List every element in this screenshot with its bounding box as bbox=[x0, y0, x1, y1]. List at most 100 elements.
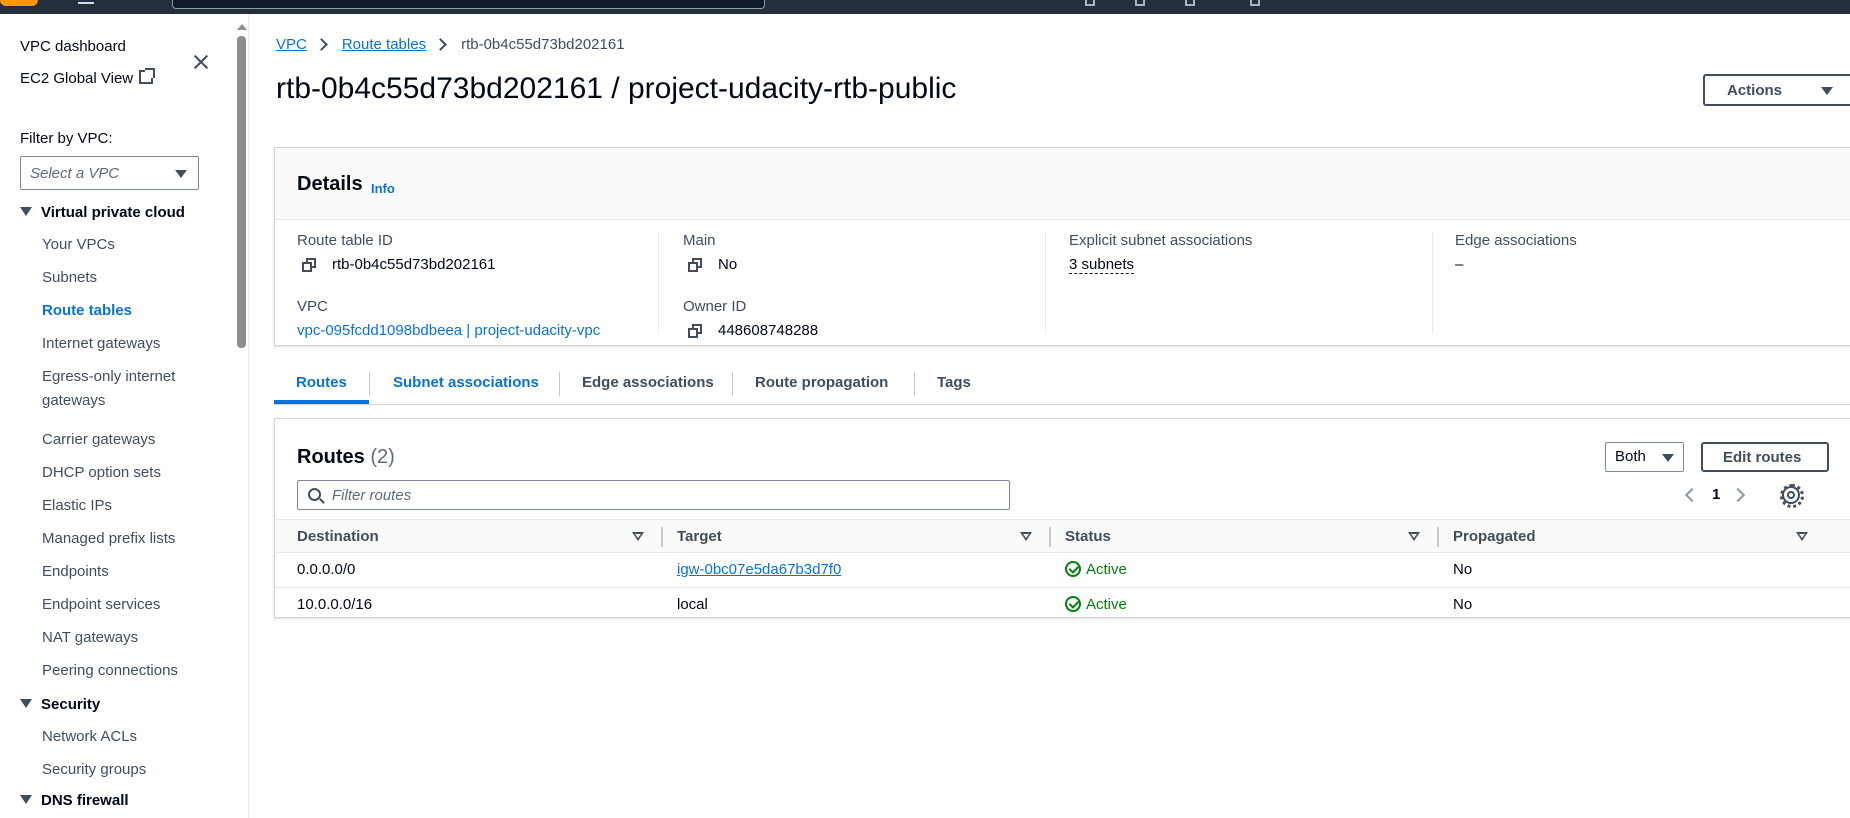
sidebar-item-network-acls[interactable]: Network ACLs bbox=[42, 725, 232, 749]
section-title: DNS firewall bbox=[41, 792, 129, 809]
edge-associations-value: – bbox=[1455, 256, 1464, 273]
top-nav-bar bbox=[0, 0, 1850, 14]
breadcrumb-vpc[interactable]: VPC bbox=[276, 36, 307, 53]
routes-panel: Routes (2) Both Edit routes 1 Destinatio… bbox=[274, 418, 1850, 618]
table-row: 10.0.0.0/16 local Active No bbox=[275, 588, 1850, 623]
section-title: Security bbox=[41, 696, 101, 713]
sidebar-item-peering-connections[interactable]: Peering connections bbox=[42, 659, 232, 683]
sidebar-item-security-groups[interactable]: Security groups bbox=[42, 758, 232, 782]
gear-icon[interactable] bbox=[1780, 484, 1804, 508]
chevron-down-icon bbox=[175, 170, 187, 178]
sidebar-item-nat-gateways[interactable]: NAT gateways bbox=[42, 626, 232, 650]
services-grid-icon[interactable] bbox=[78, 2, 94, 6]
help-icon[interactable] bbox=[1185, 0, 1195, 6]
sidebar-item-endpoints[interactable]: Endpoints bbox=[42, 560, 232, 584]
section-dns-firewall[interactable]: DNS firewall bbox=[20, 792, 129, 809]
sidebar-item-managed-prefix-lists[interactable]: Managed prefix lists bbox=[42, 527, 232, 551]
status-success-icon bbox=[1065, 596, 1081, 612]
tab-subnet-associations[interactable]: Subnet associations bbox=[393, 358, 539, 404]
chevron-right-icon bbox=[314, 38, 328, 51]
section-security[interactable]: Security bbox=[20, 696, 100, 713]
tab-divider bbox=[914, 372, 915, 396]
routes-title: Routes (2) bbox=[297, 446, 395, 469]
sidebar-item-subnets[interactable]: Subnets bbox=[42, 266, 232, 290]
tab-routes[interactable]: Routes bbox=[274, 358, 369, 404]
details-header: Details Info bbox=[275, 148, 1850, 220]
details-title: Details bbox=[297, 173, 363, 195]
filter-routes-input[interactable] bbox=[332, 485, 992, 505]
vpc-link[interactable]: vpc-095fcdd1098bdbeea | project-udacity-… bbox=[297, 322, 600, 339]
sidebar-item-egress-only-gateways[interactable]: Egress-only internet gateways bbox=[42, 365, 232, 413]
owner-id-label: Owner ID bbox=[683, 298, 747, 315]
breadcrumb-route-tables[interactable]: Route tables bbox=[342, 36, 426, 53]
sidebar-item-elastic-ips[interactable]: Elastic IPs bbox=[42, 494, 232, 518]
column-resizer[interactable] bbox=[1049, 527, 1051, 547]
sidebar-item-your-vpcs[interactable]: Your VPCs bbox=[42, 233, 232, 257]
chevron-left-icon[interactable] bbox=[1684, 487, 1700, 503]
global-search-input[interactable] bbox=[172, 0, 765, 9]
edit-routes-button[interactable]: Edit routes bbox=[1701, 442, 1829, 472]
sidebar-scrollbar[interactable] bbox=[237, 36, 246, 348]
sidebar-item-route-tables[interactable]: Route tables bbox=[42, 299, 232, 323]
section-virtual-private-cloud[interactable]: Virtual private cloud bbox=[20, 204, 185, 221]
column-divider bbox=[1045, 232, 1046, 334]
tab-edge-associations[interactable]: Edge associations bbox=[582, 358, 714, 404]
scroll-up-arrow[interactable] bbox=[237, 24, 247, 30]
sort-icon[interactable] bbox=[632, 532, 644, 541]
search-icon bbox=[308, 488, 321, 501]
aws-logo[interactable] bbox=[0, 0, 38, 6]
vpc-label: VPC bbox=[297, 298, 328, 315]
sidebar-item-dhcp-option-sets[interactable]: DHCP option sets bbox=[42, 461, 232, 485]
tab-route-propagation[interactable]: Route propagation bbox=[755, 358, 888, 404]
caret-down-icon bbox=[20, 795, 32, 804]
vpc-filter-select[interactable]: Select a VPC bbox=[20, 156, 199, 190]
sidebar-item-ec2-global-view[interactable]: EC2 Global View bbox=[20, 68, 156, 87]
chevron-right-icon bbox=[434, 38, 447, 51]
copy-icon[interactable] bbox=[688, 324, 702, 338]
column-status[interactable]: Status bbox=[1065, 528, 1111, 545]
route-table-id-label: Route table ID bbox=[297, 232, 393, 249]
column-divider bbox=[1432, 232, 1433, 334]
routes-count: (2) bbox=[370, 446, 395, 468]
main-content: VPC Route tables rtb-0b4c55d73bd202161 r… bbox=[250, 14, 1850, 818]
copy-icon[interactable] bbox=[688, 258, 702, 272]
route-destination: 10.0.0.0/16 bbox=[297, 596, 373, 613]
tab-divider bbox=[732, 372, 733, 396]
page-number[interactable]: 1 bbox=[1712, 486, 1720, 503]
status-success-icon bbox=[1065, 561, 1081, 577]
sidebar-item-internet-gateways[interactable]: Internet gateways bbox=[42, 332, 232, 356]
actions-button[interactable]: Actions bbox=[1703, 74, 1850, 106]
sidebar-item-carrier-gateways[interactable]: Carrier gateways bbox=[42, 428, 232, 452]
column-resizer[interactable] bbox=[1437, 527, 1439, 547]
sort-icon[interactable] bbox=[1796, 532, 1808, 541]
route-status: Active bbox=[1065, 596, 1127, 613]
chevron-right-icon[interactable] bbox=[1730, 487, 1746, 503]
tab-tags[interactable]: Tags bbox=[937, 358, 971, 404]
filter-by-vpc-label: Filter by VPC: bbox=[20, 130, 113, 147]
caret-down-icon bbox=[20, 207, 32, 216]
route-filter-value: Both bbox=[1615, 448, 1646, 465]
close-icon[interactable] bbox=[191, 52, 211, 72]
sidebar-item-endpoint-services[interactable]: Endpoint services bbox=[42, 593, 232, 617]
external-link-icon bbox=[139, 68, 156, 84]
sort-icon[interactable] bbox=[1408, 532, 1420, 541]
sidebar-item-label: EC2 Global View bbox=[20, 70, 134, 87]
settings-icon[interactable] bbox=[1250, 0, 1260, 6]
copy-icon[interactable] bbox=[302, 258, 316, 272]
breadcrumb-current: rtb-0b4c55d73bd202161 bbox=[461, 36, 625, 53]
explicit-subnet-value[interactable]: 3 subnets bbox=[1069, 256, 1135, 274]
notifications-icon[interactable] bbox=[1135, 0, 1145, 6]
route-destination: 0.0.0.0/0 bbox=[297, 561, 356, 578]
vpc-filter-placeholder: Select a VPC bbox=[30, 165, 120, 182]
column-destination[interactable]: Destination bbox=[297, 528, 379, 545]
route-target-link[interactable]: igw-0bc07e5da67b3d7f0 bbox=[677, 561, 841, 578]
info-link[interactable]: Info bbox=[371, 181, 395, 196]
route-filter-select[interactable]: Both bbox=[1605, 442, 1684, 472]
cloudshell-icon[interactable] bbox=[1085, 0, 1095, 6]
page-title: rtb-0b4c55d73bd202161 / project-udacity-… bbox=[276, 72, 957, 105]
sort-icon[interactable] bbox=[1020, 532, 1032, 541]
column-propagated[interactable]: Propagated bbox=[1453, 528, 1536, 545]
sidebar-item-vpc-dashboard[interactable]: VPC dashboard bbox=[20, 38, 126, 55]
column-target[interactable]: Target bbox=[677, 528, 722, 545]
column-resizer[interactable] bbox=[661, 527, 663, 547]
